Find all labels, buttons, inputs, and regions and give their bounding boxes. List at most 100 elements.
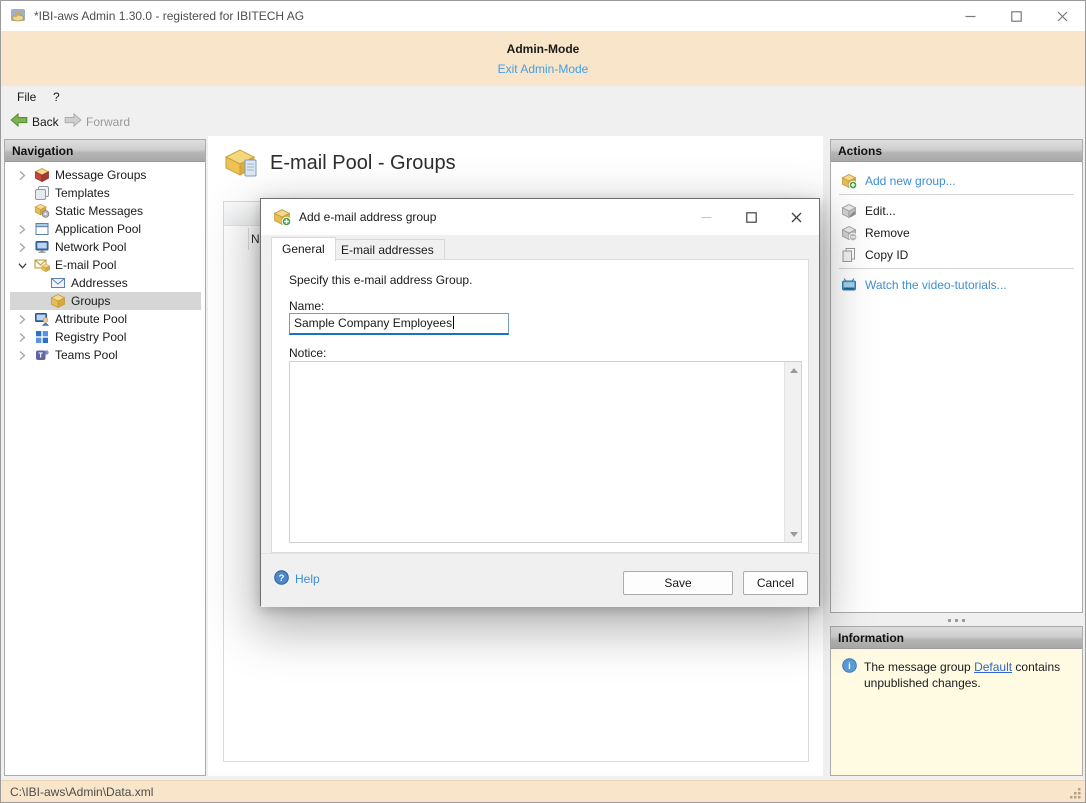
sidebar-item-teams-pool[interactable]: T Teams Pool [5,346,205,364]
actions-divider [839,194,1074,195]
dialog-minimize-icon[interactable] [684,199,729,235]
close-icon[interactable] [1039,1,1085,31]
app-logo-icon [10,7,28,25]
chevron-right-icon[interactable] [18,224,27,235]
name-input[interactable]: Sample Company Employees [289,313,509,335]
page-title: E-mail Pool - Groups [270,152,456,175]
add-group-icon [841,173,857,189]
notice-field-label: Notice: [289,346,326,360]
dialog-description: Specify this e-mail address Group. [289,273,472,287]
edit-action[interactable]: Edit... [831,200,1082,222]
actions-panel: Actions Add new group... Edit... Remove … [830,139,1083,613]
chevron-right-icon[interactable] [18,314,27,325]
network-pool-icon [34,239,50,255]
dialog-close-icon[interactable] [774,199,819,235]
back-label: Back [32,115,59,129]
sidebar-item-attribute-pool[interactable]: Attribute Pool [5,310,205,328]
exit-admin-mode-link[interactable]: Exit Admin-Mode [1,62,1085,76]
groups-icon [50,293,66,309]
actions-panel-header: Actions [831,140,1082,162]
sidebar-item-message-groups[interactable]: Message Groups [5,166,205,184]
add-new-group-action[interactable]: Add new group... [831,170,1082,192]
save-button[interactable]: Save [623,571,733,595]
back-button[interactable]: Back [7,111,62,132]
sidebar-item-static-messages[interactable]: Static Messages [5,202,205,220]
email-pool-groups-icon [223,146,261,180]
forward-arrow-icon [64,113,82,130]
tab-email-addresses[interactable]: E-mail addresses [330,239,445,260]
information-panel-header: Information [831,627,1082,649]
notice-textarea[interactable] [289,361,802,543]
sidebar-item-label: Network Pool [55,240,126,254]
scroll-up-icon[interactable] [785,362,802,378]
forward-button[interactable]: Forward [61,111,133,132]
svg-text:T: T [38,351,43,360]
admin-mode-banner: Admin-Mode Exit Admin-Mode [1,31,1085,86]
information-body: i The message group Default contains unp… [831,649,1082,775]
sidebar-item-groups[interactable]: Groups [5,292,205,310]
svg-text:i: i [848,661,851,672]
sidebar-item-network-pool[interactable]: Network Pool [5,238,205,256]
name-column-header[interactable]: N [251,232,260,246]
menu-file[interactable]: File [17,90,36,104]
actions-divider [839,268,1074,269]
panel-splitter-handle[interactable] [830,615,1083,625]
chevron-right-icon[interactable] [18,332,27,343]
chevron-right-icon[interactable] [18,350,27,361]
sidebar-item-addresses[interactable]: Addresses [5,274,205,292]
sidebar-item-label: Teams Pool [55,348,118,362]
dialog-maximize-icon[interactable] [729,199,774,235]
page-heading: E-mail Pool - Groups [223,146,456,180]
column-divider [248,228,249,250]
navigation-toolbar: Back Forward [1,109,1085,134]
information-message: The message group Default contains unpub… [864,659,1074,691]
video-tutorials-action[interactable]: Watch the video-tutorials... [831,274,1082,296]
scroll-down-icon[interactable] [785,526,802,542]
remove-action[interactable]: Remove [831,222,1082,244]
templates-icon [34,185,50,201]
default-group-link[interactable]: Default [974,660,1012,674]
sidebar-item-templates[interactable]: Templates [5,184,205,202]
dialog-title: Add e-mail address group [299,210,436,224]
information-panel: Information i The message group Default … [830,626,1083,776]
sidebar-item-application-pool[interactable]: Application Pool [5,220,205,238]
attribute-pool-icon [34,311,50,327]
help-icon: ? [274,570,289,588]
data-file-path: C:\IBI-aws\Admin\Data.xml [10,785,153,799]
sidebar-item-label: Groups [71,294,110,308]
static-messages-icon [34,203,50,219]
addresses-icon [50,275,66,291]
sidebar-item-label: Templates [55,186,110,200]
resize-grip-icon[interactable] [1069,787,1082,800]
email-pool-icon [34,257,50,273]
name-field-label: Name: [289,299,324,313]
minimize-icon[interactable] [947,1,993,31]
menu-bar: File ? [1,86,1085,109]
sidebar-item-label: Registry Pool [55,330,126,344]
cancel-button[interactable]: Cancel [743,571,808,595]
navigation-panel-header: Navigation [5,140,205,162]
chevron-right-icon[interactable] [18,242,27,253]
add-group-icon [273,208,291,226]
chevron-right-icon[interactable] [18,170,27,181]
textarea-scrollbar[interactable] [784,362,801,542]
window-title: *IBI-aws Admin 1.30.0 - registered for I… [34,9,304,23]
title-bar: *IBI-aws Admin 1.30.0 - registered for I… [1,1,1085,31]
chevron-down-icon[interactable] [18,260,27,271]
menu-help[interactable]: ? [53,90,60,104]
video-tutorials-icon [841,277,857,293]
sidebar-item-email-pool[interactable]: E-mail Pool [5,256,205,274]
sidebar-item-label: Addresses [71,276,128,290]
copy-id-icon [841,247,857,263]
sidebar-item-registry-pool[interactable]: Registry Pool [5,328,205,346]
tab-general[interactable]: General [271,237,336,261]
admin-mode-title: Admin-Mode [1,42,1085,56]
maximize-icon[interactable] [993,1,1039,31]
help-link[interactable]: ? Help [274,570,320,588]
sidebar-item-label: Static Messages [55,204,143,218]
message-groups-icon [34,167,50,183]
back-arrow-icon [10,113,28,130]
navigation-panel: Navigation Message Groups Templates Stat… [4,139,206,776]
application-pool-icon [34,221,50,237]
copy-id-action[interactable]: Copy ID [831,244,1082,266]
